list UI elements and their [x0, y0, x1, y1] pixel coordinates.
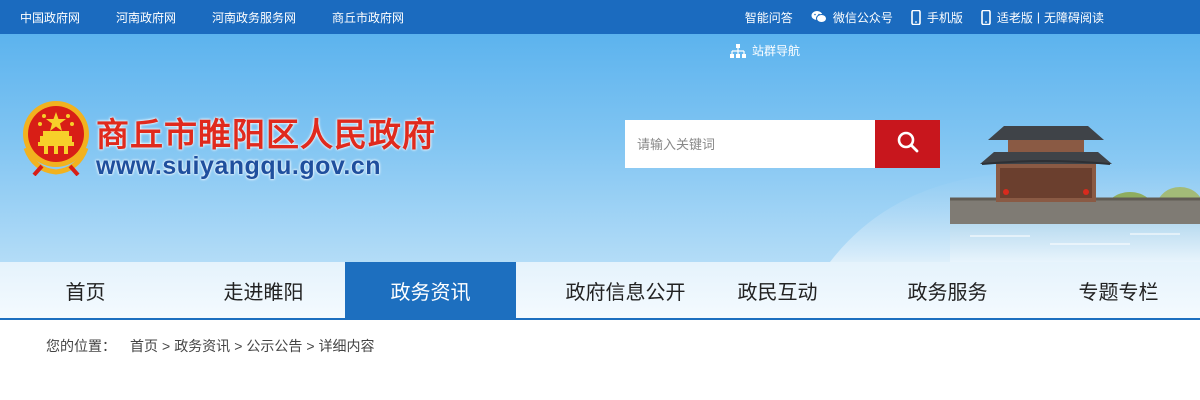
nav-special-topics[interactable]: 专题专栏	[1033, 262, 1200, 318]
smart-qa-label: 智能问答	[744, 10, 793, 25]
link-shangqiu-gov[interactable]: 商丘市政府网	[332, 9, 404, 26]
main-nav: 首页 走进睢阳 政务资讯 政府信息公开 政民互动 政务服务 专题专栏	[0, 262, 1200, 318]
nav-about-suiyang[interactable]: 走进睢阳	[178, 262, 349, 318]
wechat-link[interactable]: 微信公众号	[811, 9, 893, 26]
breadcrumb-news[interactable]: 政务资讯	[174, 336, 230, 356]
breadcrumb-home[interactable]: 首页	[130, 336, 158, 356]
elderly-mode-icon	[981, 9, 991, 25]
national-emblem-icon	[20, 100, 92, 177]
wechat-label: 微信公众号	[832, 10, 893, 25]
search-input[interactable]	[625, 120, 875, 168]
breadcrumb-prefix: 您的位置：	[46, 338, 116, 354]
site-nav-link[interactable]: 站群导航	[730, 42, 800, 59]
link-henan-service[interactable]: 河南政务服务网	[212, 9, 296, 26]
separator: |	[1036, 10, 1040, 24]
breadcrumb-separator: >	[162, 338, 171, 354]
utility-links: 智能问答 微信公众号 手机版 适老版 | 无障碍阅读	[727, 0, 1104, 34]
smart-qa-link[interactable]: 智能问答	[745, 9, 793, 26]
mobile-icon	[911, 9, 921, 25]
breadcrumb: 您的位置： 首页 > 政务资讯 > 公示公告 > 详细内容	[46, 336, 375, 356]
wechat-icon	[811, 10, 827, 24]
header-banner: 站群导航 商丘市睢阳区人民政府 www.suiyangqu.gov.cn	[0, 34, 1200, 262]
breadcrumb-notices[interactable]: 公示公告	[246, 336, 302, 356]
link-henan-gov[interactable]: 河南政府网	[116, 9, 176, 26]
nav-public-interaction[interactable]: 政民互动	[692, 262, 863, 318]
search-button[interactable]	[875, 120, 940, 168]
elderly-label: 适老版	[996, 10, 1033, 25]
accessible-label[interactable]: 无障碍阅读	[1044, 9, 1104, 26]
top-bar: 中国政府网 河南政府网 河南政务服务网 商丘市政府网 智能问答 微信公众号 手机…	[0, 0, 1200, 34]
site-url: www.suiyangqu.gov.cn	[96, 152, 382, 180]
nav-info-disclosure[interactable]: 政府信息公开	[540, 262, 711, 318]
nav-government-news[interactable]: 政务资讯	[345, 262, 516, 318]
sitemap-icon	[730, 43, 746, 58]
mobile-link[interactable]: 手机版	[911, 9, 963, 26]
breadcrumb-current: 详细内容	[318, 338, 375, 354]
site-title: 商丘市睢阳区人民政府	[96, 115, 436, 154]
elderly-link[interactable]: 适老版 | 无障碍阅读	[981, 9, 1104, 26]
nav-divider	[0, 318, 1200, 320]
external-links: 中国政府网 河南政府网 河南政务服务网 商丘市政府网	[20, 0, 440, 34]
nav-government-services[interactable]: 政务服务	[862, 262, 1033, 318]
site-nav-label: 站群导航	[752, 44, 801, 58]
breadcrumb-separator: >	[306, 338, 315, 354]
mobile-label: 手机版	[926, 10, 963, 25]
link-china-gov[interactable]: 中国政府网	[20, 9, 80, 26]
breadcrumb-separator: >	[234, 338, 243, 354]
nav-home[interactable]: 首页	[0, 262, 171, 318]
search-icon	[896, 130, 920, 159]
